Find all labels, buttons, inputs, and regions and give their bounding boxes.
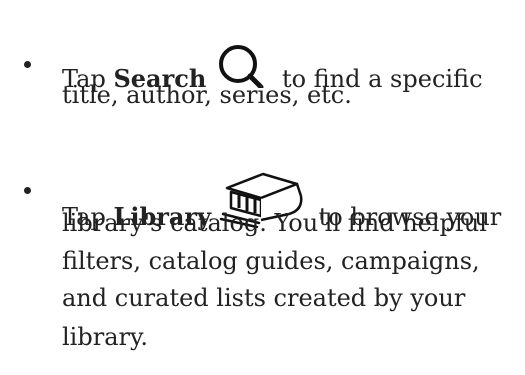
- library-line-5: library.: [62, 323, 148, 351]
- instruction-list: Tap Search to find a specific title, aut…: [0, 0, 525, 375]
- library-line-3: filters, catalog guides, campaigns,: [62, 247, 480, 275]
- bullet-point: [24, 61, 31, 68]
- library-line-4: and curated lists created by your: [62, 284, 466, 312]
- bullet-point: [24, 187, 31, 194]
- search-line-2: title, author, series, etc.: [62, 81, 352, 109]
- library-line-2: library's catalog. You'll find helpful: [62, 209, 487, 237]
